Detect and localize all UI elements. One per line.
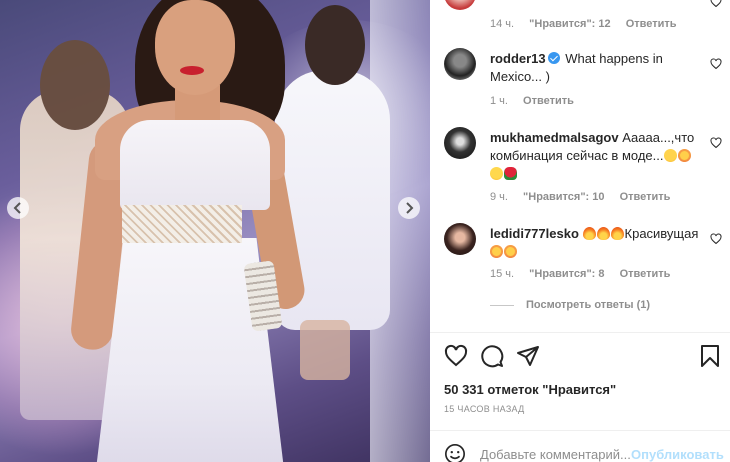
- star-struck-emoji-icon: [504, 245, 517, 258]
- smiley-icon[interactable]: [444, 443, 466, 462]
- avatar[interactable]: [444, 48, 476, 80]
- reply-button[interactable]: Ответить: [620, 191, 671, 203]
- post-actions: [444, 344, 722, 368]
- avatar[interactable]: [444, 223, 476, 255]
- avatar[interactable]: [444, 0, 476, 10]
- heart-icon[interactable]: [710, 233, 722, 245]
- post-photo[interactable]: [0, 0, 430, 462]
- dress-lace-waist: [122, 205, 242, 243]
- verified-badge-icon: [547, 52, 560, 64]
- comment-username[interactable]: ledidi777lesko: [490, 226, 579, 241]
- reply-button[interactable]: Ответить: [620, 268, 671, 280]
- comment-text-block: rodder13 What happens in Mexico... ): [490, 50, 702, 86]
- comment-time: 15 ч.: [490, 268, 515, 280]
- star-struck-emoji-icon: [677, 149, 691, 162]
- fire-emoji-icon: [610, 227, 624, 240]
- star-struck-emoji-icon: [490, 245, 503, 258]
- grinning-sweat-emoji-icon: [663, 149, 677, 162]
- comments-panel: 14 ч. "Нравится": 12 Ответить rodder13 W…: [430, 0, 730, 462]
- fire-emoji-icon: [582, 227, 596, 240]
- woman-lips: [180, 66, 204, 75]
- replies-divider-line: [490, 304, 514, 306]
- heart-icon[interactable]: [710, 137, 722, 149]
- comment-button[interactable]: [480, 344, 504, 368]
- like-button[interactable]: [444, 344, 468, 368]
- likes-count[interactable]: 50 331 отметок "Нравится": [444, 382, 616, 397]
- share-button[interactable]: [516, 344, 540, 368]
- publish-button[interactable]: Опубликовать: [631, 447, 724, 462]
- comment-likes[interactable]: "Нравится": 10: [523, 191, 604, 203]
- view-replies-button[interactable]: Посмотреть ответы (1): [490, 299, 650, 311]
- chevron-right-icon: [406, 202, 414, 214]
- comment-likes[interactable]: "Нравится": 12: [529, 18, 610, 30]
- comment-time: 14 ч.: [490, 18, 515, 30]
- comment-meta: 15 ч. "Нравится": 8 Ответить: [490, 268, 682, 280]
- carousel-prev-button[interactable]: [7, 197, 29, 219]
- comment-icon: [481, 345, 504, 368]
- post-timestamp[interactable]: 15 ЧАСОВ НАЗАД: [444, 404, 525, 414]
- comment-time: 9 ч.: [490, 191, 508, 203]
- bookmark-icon: [701, 345, 719, 367]
- heart-icon: [444, 344, 468, 367]
- comment-meta: 1 ч. Ответить: [490, 95, 586, 107]
- comment-text-block: ledidi777lesko Красивущая: [490, 225, 702, 261]
- comment-text-block: mukhamedmalsagov Ааааа...,что комбинация…: [490, 129, 702, 183]
- view-replies-label: Посмотреть ответы (1): [526, 299, 651, 311]
- comment-username[interactable]: rodder13: [490, 51, 546, 66]
- add-comment-bar: Опубликовать: [430, 430, 730, 462]
- comment-username[interactable]: mukhamedmalsagov: [490, 130, 619, 145]
- reply-button[interactable]: Ответить: [626, 18, 677, 30]
- woman-face: [155, 0, 235, 95]
- save-button[interactable]: [698, 344, 722, 368]
- background-person-legs: [300, 320, 350, 380]
- carousel-next-button[interactable]: [398, 197, 420, 219]
- comment-time: 1 ч.: [490, 95, 508, 107]
- comment-meta: 9 ч. "Нравится": 10 Ответить: [490, 191, 682, 203]
- section-divider: [430, 332, 730, 333]
- chevron-left-icon: [13, 202, 21, 214]
- rose-emoji-icon: [504, 167, 517, 180]
- reply-button[interactable]: Ответить: [523, 95, 574, 107]
- paper-plane-icon: [517, 346, 539, 366]
- comment-meta: 14 ч. "Нравится": 12 Ответить: [490, 18, 689, 30]
- white-dress: [120, 120, 270, 210]
- comment-likes[interactable]: "Нравится": 8: [529, 268, 604, 280]
- winking-face-emoji-icon: [490, 167, 503, 180]
- fire-emoji-icon: [596, 227, 610, 240]
- heart-icon[interactable]: [710, 0, 722, 8]
- comment-text: Красивущая: [624, 226, 699, 241]
- avatar[interactable]: [444, 127, 476, 159]
- heart-icon[interactable]: [710, 58, 722, 70]
